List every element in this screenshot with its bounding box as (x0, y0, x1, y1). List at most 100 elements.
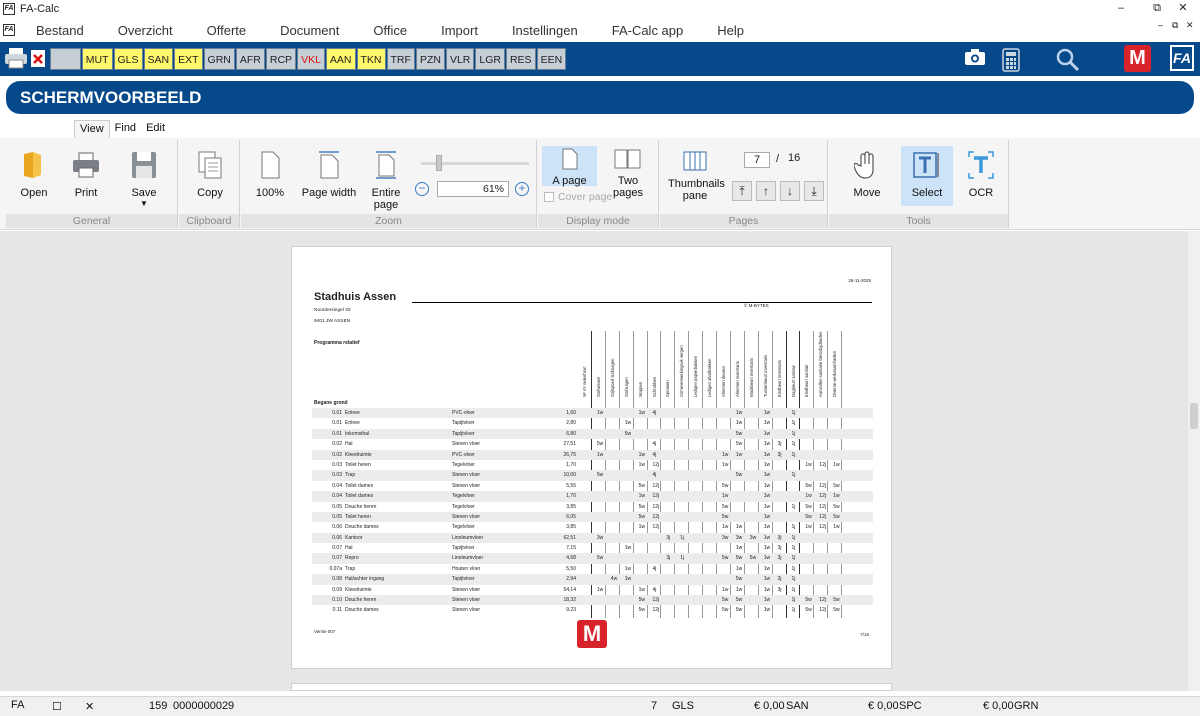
toolbar-grp-button[interactable]: GRP (50, 48, 81, 70)
vertical-scrollbar[interactable] (1188, 231, 1200, 691)
toolbar-afr-button[interactable]: AFR (235, 48, 265, 70)
toolbar-pzn-button[interactable]: PZN (415, 48, 445, 70)
page-width-button[interactable]: Page width (301, 150, 357, 199)
mdi-close-button[interactable]: ✕ (1186, 20, 1194, 31)
last-page-icon[interactable]: ⤓ (804, 181, 824, 201)
status-close-icon[interactable]: ✕ (85, 700, 94, 713)
toolbar-tkn-button[interactable]: TKN (356, 48, 386, 70)
row-area: 54,14 (563, 586, 576, 593)
doc-copyright: © M-BYTES (744, 303, 769, 308)
zoom-input[interactable]: 61% (437, 181, 509, 197)
row-area: 1,70 (566, 461, 576, 468)
row-frequency: 1w (722, 451, 729, 458)
mdi-restore-button[interactable]: ⧉ (1172, 20, 1178, 31)
menu-document[interactable]: Document (263, 23, 356, 38)
first-page-icon[interactable]: ⤒ (732, 181, 752, 201)
move-button[interactable]: Move (847, 150, 887, 199)
toolbar-ext-button[interactable]: EXT (174, 48, 203, 70)
zoom-out-icon[interactable]: − (415, 182, 429, 196)
group-clipboard: Copy Clipboard (179, 140, 240, 228)
status-restore-icon[interactable]: ☐ (52, 700, 62, 713)
toolbar-vkl-button[interactable]: VKL (297, 48, 325, 70)
toolbar-aan-button[interactable]: AAN (325, 48, 356, 70)
cover-page-checkbox[interactable]: Cover page (544, 191, 612, 203)
row-frequency: 1w (763, 586, 771, 593)
entire-page-button[interactable]: Entire page (361, 150, 411, 211)
menu-help[interactable]: Help (700, 23, 761, 38)
row-frequency: 5w (722, 597, 729, 604)
next-page-icon[interactable]: ↓ (780, 181, 800, 201)
row-area: 2,80 (566, 420, 576, 427)
save-button[interactable]: Save ▼ (116, 150, 172, 208)
row-frequency: 5w (638, 503, 645, 510)
calculator-icon[interactable] (1001, 48, 1021, 75)
fa-logo-icon[interactable]: FA (1170, 45, 1194, 71)
tab-find[interactable]: Find (110, 120, 141, 138)
row-area: 9,23 (566, 607, 576, 614)
a-page-button[interactable]: A page (542, 146, 597, 187)
row-name: Douche heren (345, 503, 377, 510)
tab-edit[interactable]: Edit (141, 120, 170, 138)
toolbar-gls-button[interactable]: GLS (113, 48, 143, 70)
row-name: Entree (345, 410, 360, 416)
close-doc-icon[interactable] (30, 47, 46, 72)
toolbar-een-button[interactable]: EEN (536, 48, 567, 70)
status-app-icon[interactable]: FA (11, 699, 24, 711)
camera-icon[interactable] (963, 46, 987, 71)
row-frequency: 5w (805, 607, 812, 614)
tab-view[interactable]: View (74, 120, 110, 138)
zoom-slider-thumb[interactable] (436, 155, 443, 171)
doc-section-title: Begane grond (314, 400, 348, 406)
chevron-down-icon[interactable]: ▼ (116, 199, 172, 208)
zoom-in-icon[interactable]: + (515, 182, 529, 196)
row-area: 5,55 (566, 482, 576, 489)
toolbar-rcp-button[interactable]: RCP (265, 48, 297, 70)
row-frequency: 1w (596, 586, 604, 593)
menu-app-icon[interactable]: FA (3, 24, 15, 36)
previous-page-icon[interactable]: ↑ (756, 181, 776, 201)
copy-button[interactable]: Copy (191, 150, 229, 199)
toolbar-trf-button[interactable]: TRF (386, 48, 415, 70)
printer-icon[interactable] (4, 47, 28, 72)
menu-fa-calc-app[interactable]: FA-Calc app (595, 23, 701, 38)
close-button[interactable]: ✕ (1165, 0, 1200, 18)
menu-import[interactable]: Import (424, 23, 495, 38)
row-floor: Stenen vloer (452, 607, 481, 614)
thumbnails-pane-button[interactable]: Thumbnails pane (668, 150, 725, 202)
minimize-button[interactable]: – (1103, 0, 1139, 18)
toolbar-san-button[interactable]: SAN (143, 48, 174, 70)
open-button[interactable]: Open (16, 150, 52, 199)
doc-table: 0.01 Entree PVC-vloer 1,60 1w 1w 4j 1w 1w 1j 0.01 E… (312, 408, 873, 616)
toolbar-vlr-button[interactable]: VLR (445, 48, 475, 70)
row-code: 0.03 (332, 472, 342, 479)
next-document-page (291, 683, 892, 691)
row-frequency: 12j (652, 503, 660, 510)
zoom-slider[interactable] (421, 155, 529, 171)
zoom-100-button[interactable]: 100% (255, 150, 285, 199)
row-code: 0.09 (332, 586, 342, 593)
toolbar-grn-button[interactable]: GRN (203, 48, 235, 70)
search-icon[interactable] (1055, 47, 1081, 76)
row-code: 0.10 (332, 597, 342, 604)
select-button[interactable]: Select (901, 146, 953, 206)
row-frequency: 1j (791, 534, 796, 541)
row-frequency: 5w (596, 441, 604, 448)
row-code: 0.02 (332, 451, 342, 458)
print-button[interactable]: Print (68, 150, 104, 199)
menu-overzicht[interactable]: Overzicht (101, 23, 190, 38)
toolbar-lgr-button[interactable]: LGR (475, 48, 505, 70)
toolbar-mut-button[interactable]: MUT (81, 48, 113, 70)
ocr-button[interactable]: OCR (963, 150, 999, 199)
row-floor: Stenen vloer (452, 597, 481, 604)
scrollbar-thumb[interactable] (1190, 403, 1198, 429)
toolbar-res-button[interactable]: RES (505, 48, 536, 70)
mbytes-logo-icon[interactable]: M (1124, 45, 1151, 72)
row-frequency: 5w (735, 441, 743, 448)
menu-offerte[interactable]: Offerte (190, 23, 264, 38)
menu-bestand[interactable]: Bestand (19, 23, 101, 38)
mdi-minimize-button[interactable]: – (1158, 20, 1163, 30)
menu-instellingen[interactable]: Instellingen (495, 23, 595, 38)
page-number-input[interactable]: 7 (744, 152, 770, 168)
row-name: Entree (345, 420, 360, 427)
menu-office[interactable]: Office (356, 23, 424, 38)
